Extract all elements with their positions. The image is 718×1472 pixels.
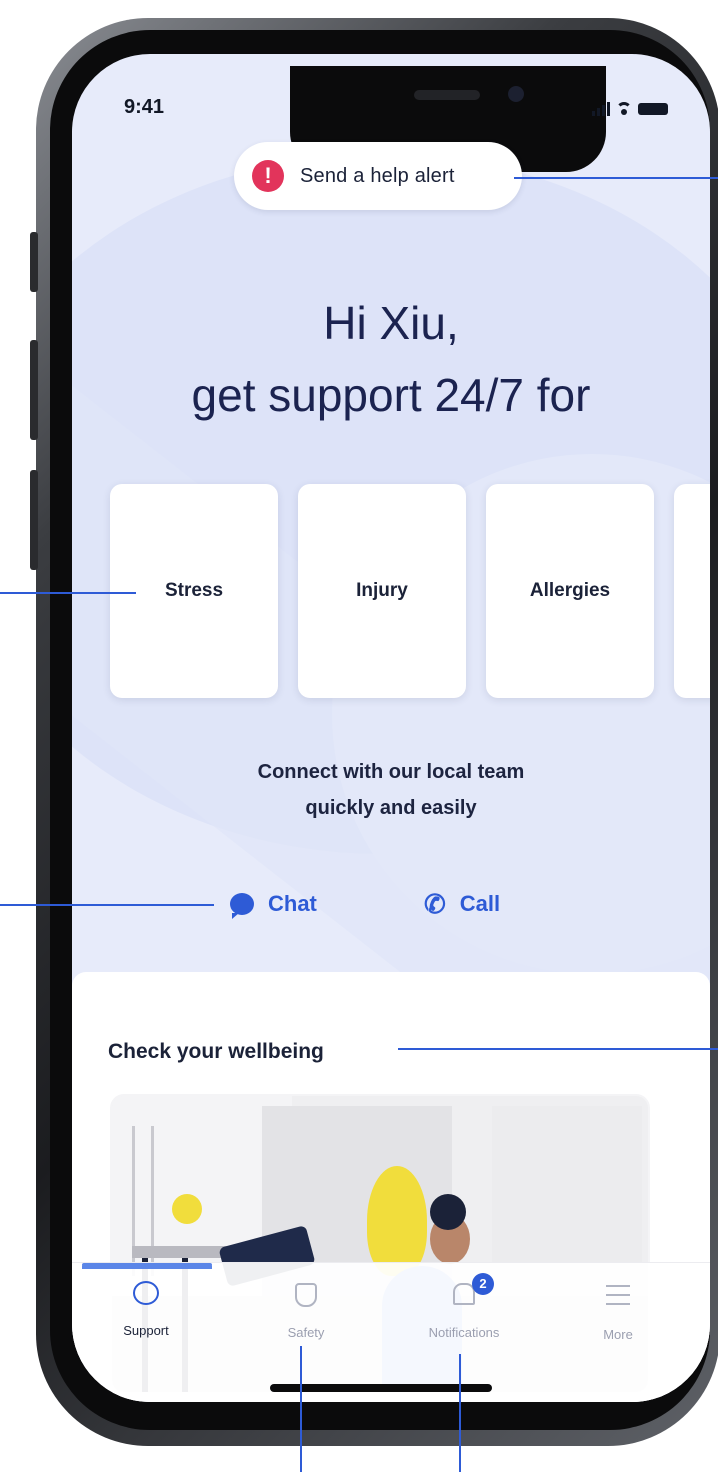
illustration-lamp [172, 1194, 202, 1224]
category-card-partial[interactable] [674, 484, 710, 698]
call-button[interactable]: ✆ Call [424, 884, 500, 924]
tab-support[interactable]: Support [76, 1281, 216, 1338]
callout-line-help-alert [514, 177, 718, 179]
help-alert-button[interactable]: ! Send a help alert [234, 142, 522, 210]
chat-label: Chat [268, 891, 317, 916]
volume-down-button [30, 470, 38, 570]
shield-icon [295, 1283, 317, 1307]
notification-badge: 2 [472, 1273, 494, 1295]
category-card-allergies[interactable]: Allergies [486, 484, 654, 698]
wellbeing-title: Check your wellbeing [108, 1040, 324, 1063]
battery-icon [638, 103, 668, 115]
bottom-tab-bar: Support Safety 2 Notifications More [72, 1262, 710, 1402]
status-icons [592, 100, 668, 118]
volume-up-button [30, 340, 38, 440]
tab-notifications-label: Notifications [428, 1325, 500, 1340]
speaker-grille [414, 90, 480, 100]
app-screen: 9:41 ! Send a help alert Hi Xiu, get sup… [72, 54, 710, 1402]
phone-icon: ✆ [424, 888, 446, 919]
wifi-icon [616, 102, 632, 116]
status-time: 9:41 [124, 96, 165, 118]
illustration-person-hair [430, 1194, 466, 1230]
connect-text-line1: Connect with our local team [257, 761, 525, 783]
signal-icon [592, 102, 610, 116]
camera-icon [508, 86, 524, 102]
tab-safety[interactable]: Safety [236, 1281, 376, 1340]
tab-more[interactable]: More [548, 1281, 688, 1342]
tab-safety-label: Safety [287, 1325, 325, 1340]
callout-line-chat [0, 904, 214, 906]
callout-line-notifications [459, 1354, 461, 1472]
call-label: Call [459, 891, 501, 916]
tab-more-label: More [603, 1327, 633, 1342]
tab-support-label: Support [123, 1323, 169, 1338]
category-carousel[interactable]: Stress Injury Allergies [110, 484, 710, 700]
chat-button[interactable]: Chat [230, 884, 317, 924]
callout-line-categories [0, 592, 136, 594]
callout-line-safety [300, 1346, 302, 1472]
connect-text-line2: quickly and easily [305, 797, 477, 819]
chat-bubble-icon [133, 1281, 159, 1305]
callout-line-wellbeing [398, 1048, 718, 1050]
category-card-stress[interactable]: Stress [110, 484, 278, 698]
exclamation-icon: ! [252, 160, 284, 192]
callout-line-support-tab [82, 1266, 212, 1269]
mockup-stage: 9:41 ! Send a help alert Hi Xiu, get sup… [0, 0, 718, 1472]
mute-switch [30, 232, 38, 292]
greeting-name: Hi Xiu, [323, 297, 459, 349]
greeting-subtitle: get support 24/7 for [191, 369, 591, 421]
chat-bubble-icon [230, 893, 254, 919]
tab-notifications[interactable]: 2 Notifications [394, 1273, 534, 1340]
hamburger-menu-icon [606, 1285, 630, 1305]
help-alert-label: Send a help alert [300, 164, 455, 187]
category-card-injury[interactable]: Injury [298, 484, 466, 698]
illustration-flame [367, 1166, 427, 1276]
